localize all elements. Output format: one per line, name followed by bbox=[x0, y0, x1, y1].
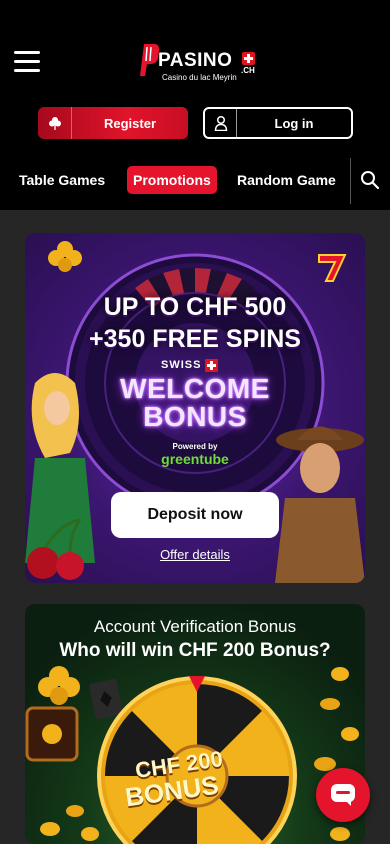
clover-icon bbox=[38, 666, 80, 705]
logo[interactable]: PASINO .CH Casino du lac Meyrin bbox=[138, 42, 258, 86]
nav-item-promotions[interactable]: Promotions bbox=[127, 166, 217, 194]
chat-dots-icon bbox=[336, 791, 350, 794]
clover-icon bbox=[48, 241, 82, 272]
nav-item-random-game[interactable]: Random Game bbox=[237, 166, 336, 194]
swiss-flag-icon bbox=[205, 358, 219, 372]
offer-details-link[interactable]: Offer details bbox=[25, 547, 365, 562]
swiss-badge: SWISS bbox=[161, 357, 219, 373]
nav-scroller[interactable]: Table Games Promotions Random Game bbox=[0, 158, 350, 206]
login-label: Log in bbox=[274, 115, 314, 131]
verification-subtitle: Who will win CHF 200 Bonus? bbox=[59, 640, 331, 661]
clover-icon bbox=[38, 107, 72, 139]
login-button[interactable]: Log in bbox=[203, 107, 353, 139]
register-label: Register bbox=[103, 115, 157, 131]
verification-title: Account Verification Bonus bbox=[93, 617, 297, 636]
gold-coins-icon bbox=[40, 805, 99, 841]
category-nav: Table Games Promotions Random Game bbox=[0, 158, 390, 206]
lucky-seven-icon bbox=[318, 254, 347, 282]
slot-reel-icon bbox=[25, 706, 79, 762]
nav-item-table-games[interactable]: Table Games bbox=[19, 166, 105, 194]
logo-tld: .CH bbox=[241, 66, 255, 75]
nav-divider bbox=[350, 158, 351, 204]
swiss-cross-icon bbox=[242, 52, 255, 65]
verification-bonus-card[interactable]: Account Verification Bonus Who will win … bbox=[25, 604, 365, 844]
promo-headline-spins: +350 FREE SPINS bbox=[89, 325, 301, 353]
menu-icon[interactable] bbox=[14, 50, 40, 74]
promo-headline-amount: UP TO CHF 500 bbox=[103, 293, 287, 321]
welcome-bonus-card[interactable]: UP TO CHF 500 +350 FREE SPINS SWISS WELC… bbox=[25, 233, 365, 583]
logo-mark-icon bbox=[140, 44, 160, 76]
logo-subtitle: Casino du lac Meyrin bbox=[162, 73, 237, 82]
user-icon bbox=[205, 109, 237, 137]
live-chat-button[interactable] bbox=[316, 768, 370, 822]
deposit-now-button[interactable]: Deposit now bbox=[111, 492, 279, 538]
site-header: PASINO .CH Casino du lac Meyrin Register… bbox=[0, 0, 390, 210]
swiss-label: SWISS bbox=[161, 359, 202, 371]
search-icon[interactable] bbox=[360, 170, 380, 190]
logo-text: PASINO bbox=[158, 50, 233, 71]
register-button[interactable]: Register bbox=[38, 107, 188, 139]
